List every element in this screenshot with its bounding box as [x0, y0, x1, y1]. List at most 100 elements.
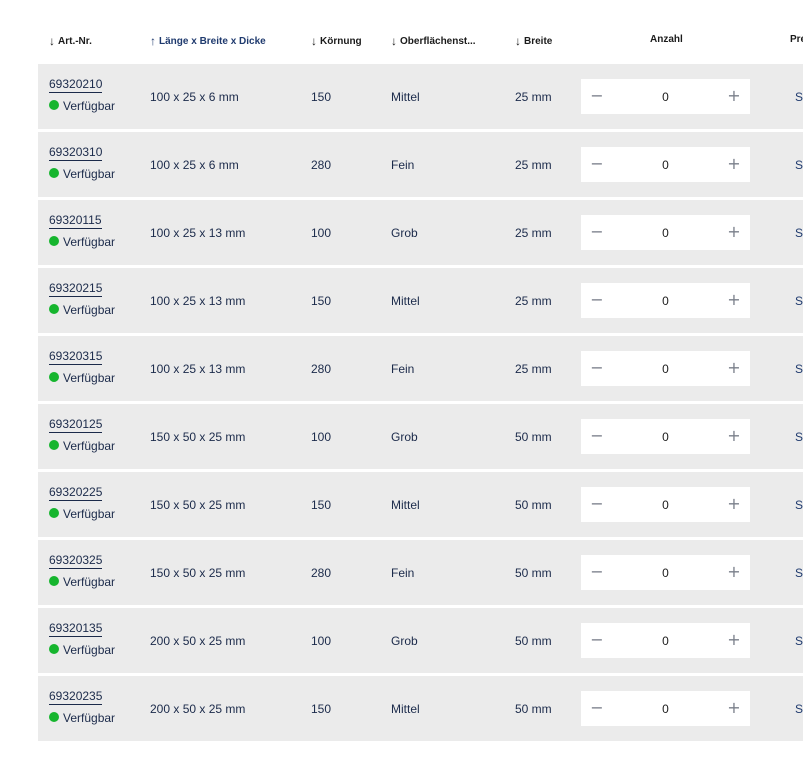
status-dot-icon	[49, 168, 59, 178]
grit-cell: 150	[311, 90, 332, 104]
dimensions-cell: 150 x 50 x 25 mm	[150, 498, 246, 512]
sort-header-dimensions[interactable]: ↑ Länge x Breite x Dicke	[150, 34, 266, 48]
surface-cell: Grob	[391, 634, 418, 648]
article-number-link[interactable]: 69320310	[49, 145, 103, 161]
price-cell[interactable]: S	[795, 634, 803, 648]
article-number-link[interactable]: 69320215	[49, 281, 103, 297]
header-label: Art.-Nr.	[58, 36, 92, 47]
width-cell: 50 mm	[515, 702, 552, 716]
quantity-input[interactable]	[621, 419, 710, 454]
quantity-stepper: − +	[581, 283, 750, 318]
grit-cell: 150	[311, 498, 332, 512]
table-row: 69320325 Verfügbar 150 x 50 x 25 mm 280 …	[38, 540, 803, 605]
article-number-link[interactable]: 69320115	[49, 213, 102, 229]
decrease-quantity-button[interactable]: −	[581, 487, 613, 522]
dimensions-cell: 150 x 50 x 25 mm	[150, 430, 246, 444]
availability-label: Verfügbar	[63, 167, 116, 181]
quantity-stepper: − +	[581, 487, 750, 522]
sort-down-icon: ↓	[391, 34, 397, 48]
dimensions-cell: 100 x 25 x 13 mm	[150, 226, 246, 240]
article-number-link[interactable]: 69320210	[49, 77, 103, 93]
availability-label: Verfügbar	[63, 507, 116, 521]
decrease-quantity-button[interactable]: −	[581, 215, 613, 250]
quantity-input[interactable]	[621, 351, 710, 386]
quantity-input[interactable]	[621, 623, 710, 658]
grit-cell: 100	[311, 430, 332, 444]
availability-status: Verfügbar	[49, 235, 115, 249]
increase-quantity-button[interactable]: +	[718, 79, 750, 114]
price-cell[interactable]: S	[795, 226, 803, 240]
increase-quantity-button[interactable]: +	[718, 147, 750, 182]
article-number-link[interactable]: 69320325	[49, 553, 103, 569]
increase-quantity-button[interactable]: +	[718, 691, 750, 726]
width-cell: 50 mm	[515, 566, 552, 580]
surface-cell: Mittel	[391, 702, 420, 716]
dimensions-cell: 200 x 50 x 25 mm	[150, 634, 246, 648]
article-number-link[interactable]: 69320125	[49, 417, 103, 433]
price-cell[interactable]: S	[795, 702, 803, 716]
width-cell: 25 mm	[515, 294, 552, 308]
increase-quantity-button[interactable]: +	[718, 419, 750, 454]
decrease-quantity-button[interactable]: −	[581, 147, 613, 182]
article-number-link[interactable]: 69320235	[49, 689, 103, 705]
sort-down-icon: ↓	[311, 34, 317, 48]
decrease-quantity-button[interactable]: −	[581, 419, 613, 454]
table-row: 69320315 Verfügbar 100 x 25 x 13 mm 280 …	[38, 336, 803, 401]
grit-cell: 280	[311, 566, 332, 580]
quantity-input[interactable]	[621, 555, 710, 590]
article-number-link[interactable]: 69320225	[49, 485, 103, 501]
increase-quantity-button[interactable]: +	[718, 487, 750, 522]
availability-status: Verfügbar	[49, 643, 115, 657]
quantity-stepper: − +	[581, 351, 750, 386]
price-cell[interactable]: S	[795, 430, 803, 444]
sort-header-width[interactable]: ↓ Breite	[515, 34, 552, 48]
quantity-input[interactable]	[621, 215, 710, 250]
status-dot-icon	[49, 576, 59, 586]
increase-quantity-button[interactable]: +	[718, 351, 750, 386]
sort-down-icon: ↓	[49, 34, 55, 48]
article-number-link[interactable]: 69320135	[49, 621, 103, 637]
dimensions-cell: 100 x 25 x 13 mm	[150, 294, 246, 308]
decrease-quantity-button[interactable]: −	[581, 623, 613, 658]
price-cell[interactable]: S	[795, 566, 803, 580]
sort-header-surface[interactable]: ↓ Oberflächenst...	[391, 34, 476, 48]
decrease-quantity-button[interactable]: −	[581, 79, 613, 114]
width-cell: 50 mm	[515, 498, 552, 512]
price-cell[interactable]: S	[795, 294, 803, 308]
increase-quantity-button[interactable]: +	[718, 283, 750, 318]
quantity-input[interactable]	[621, 283, 710, 318]
increase-quantity-button[interactable]: +	[718, 215, 750, 250]
quantity-input[interactable]	[621, 487, 710, 522]
status-dot-icon	[49, 508, 59, 518]
price-cell[interactable]: S	[795, 362, 803, 376]
article-number-link[interactable]: 69320315	[49, 349, 103, 365]
product-table: ↓ Art.-Nr. ↑ Länge x Breite x Dicke ↓ Körnu…	[38, 22, 803, 741]
quantity-input[interactable]	[621, 147, 710, 182]
availability-status: Verfügbar	[49, 439, 115, 453]
header-label: Pre	[790, 34, 803, 45]
dimensions-cell: 200 x 50 x 25 mm	[150, 702, 246, 716]
decrease-quantity-button[interactable]: −	[581, 691, 613, 726]
status-dot-icon	[49, 304, 59, 314]
quantity-stepper: − +	[581, 79, 750, 114]
status-dot-icon	[49, 440, 59, 450]
increase-quantity-button[interactable]: +	[718, 623, 750, 658]
quantity-input[interactable]	[621, 79, 710, 114]
price-cell[interactable]: S	[795, 498, 803, 512]
surface-cell: Fein	[391, 566, 415, 580]
header-label: Breite	[524, 36, 553, 47]
sort-header-grit[interactable]: ↓ Körnung	[311, 34, 362, 48]
decrease-quantity-button[interactable]: −	[581, 555, 613, 590]
decrease-quantity-button[interactable]: −	[581, 351, 613, 386]
header-label: Oberflächenst...	[400, 36, 476, 47]
sort-header-artnr[interactable]: ↓ Art.-Nr.	[49, 34, 92, 48]
decrease-quantity-button[interactable]: −	[581, 283, 613, 318]
price-cell[interactable]: S	[795, 90, 803, 104]
price-cell[interactable]: S	[795, 158, 803, 172]
increase-quantity-button[interactable]: +	[718, 555, 750, 590]
header-label: Anzahl	[650, 34, 683, 45]
table-row: 69320135 Verfügbar 200 x 50 x 25 mm 100 …	[38, 608, 803, 673]
availability-label: Verfügbar	[63, 235, 116, 249]
table-row: 69320310 Verfügbar 100 x 25 x 6 mm 280 F…	[38, 132, 803, 197]
quantity-input[interactable]	[621, 691, 710, 726]
